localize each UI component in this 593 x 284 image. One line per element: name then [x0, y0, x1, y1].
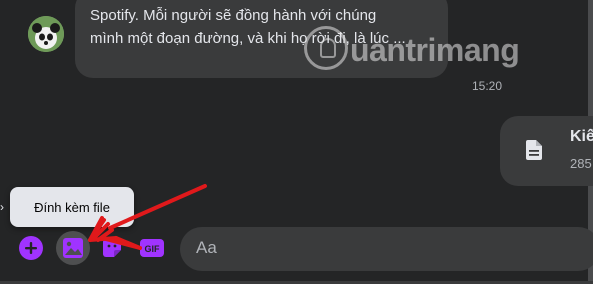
file-size: 285 [570, 156, 592, 171]
document-icon [526, 140, 542, 160]
file-name: Kiế [570, 128, 593, 145]
red-arrow-annotation [88, 184, 207, 250]
tooltip-pointer: › [0, 200, 4, 214]
watermark-logo: uantrimang [298, 26, 538, 72]
message-timestamp: 15:20 [472, 79, 503, 93]
message-input[interactable] [180, 227, 593, 271]
lightbulb-icon [304, 26, 348, 70]
watermark-text: uantrimang [350, 32, 520, 68]
plus-circle-icon[interactable] [18, 235, 44, 261]
file-message-bubble[interactable] [500, 116, 593, 186]
message-line: Spotify. Mỗi người sẽ đồng hành với chún… [90, 7, 377, 24]
panda-avatar-icon [28, 16, 64, 52]
avatar[interactable] [28, 16, 64, 52]
